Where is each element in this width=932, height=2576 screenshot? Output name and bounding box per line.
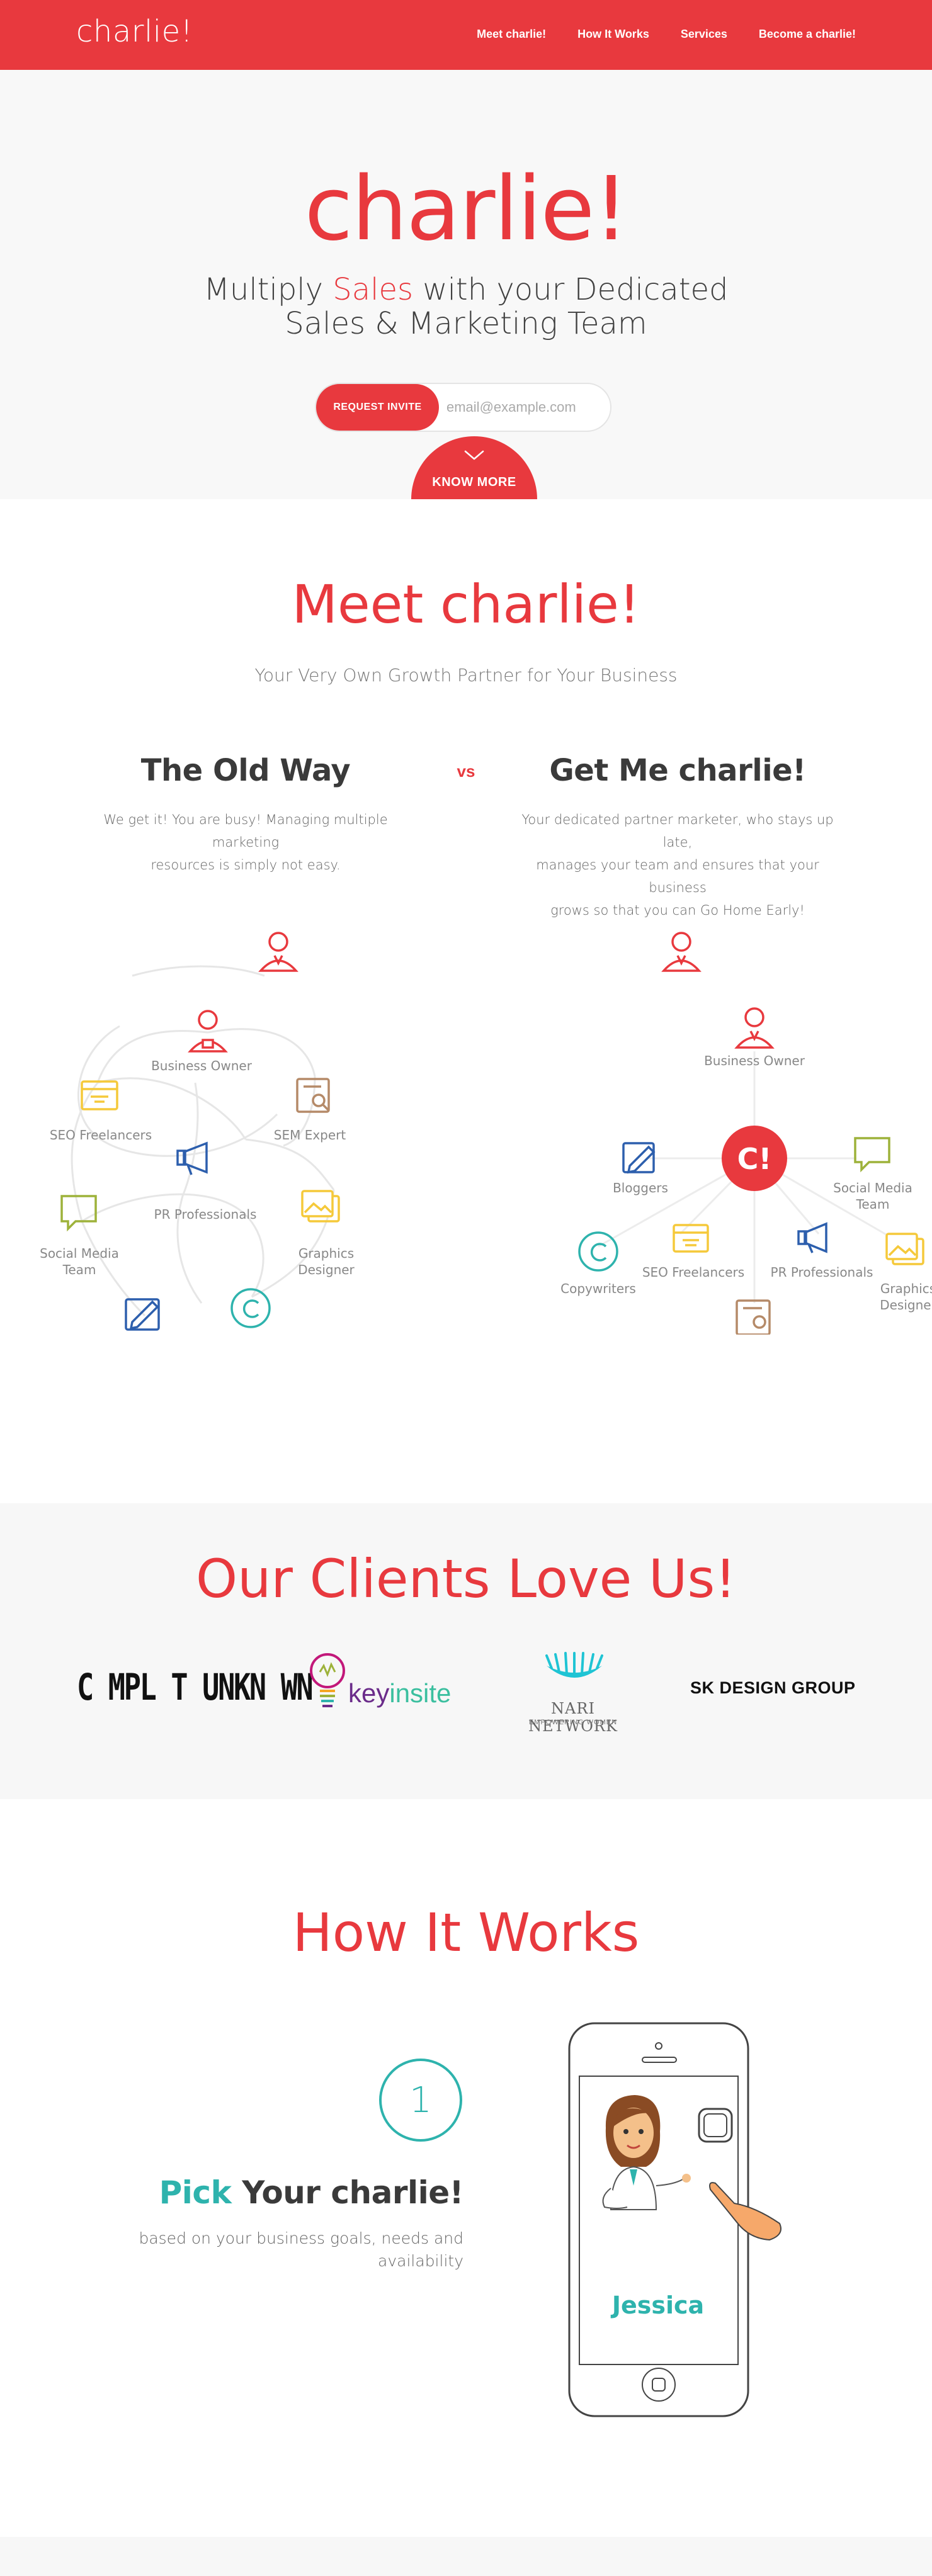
old-social-line2: Team xyxy=(62,1262,96,1277)
nav-link-become[interactable]: Become a charlie! xyxy=(759,28,856,41)
nav-link-meet[interactable]: Meet charlie! xyxy=(477,28,546,41)
new-pr-label: PR Professionals xyxy=(770,1265,873,1280)
lightbulb-icon xyxy=(310,1653,345,1707)
chevron-down-icon xyxy=(464,450,484,460)
sem-expert-icon xyxy=(736,1299,771,1335)
old-seo-label: SEO Freelancers xyxy=(49,1127,152,1143)
old-way-text-line1: We get it! You are busy! Managing multip… xyxy=(103,812,388,850)
new-social-line2: Team xyxy=(856,1197,890,1212)
image-icon xyxy=(301,1190,340,1223)
know-more-label: KNOW MORE xyxy=(432,475,516,489)
nav-link-services[interactable]: Services xyxy=(681,28,727,41)
old-sem-label: SEM Expert xyxy=(273,1127,346,1143)
new-social-line1: Social Media xyxy=(833,1180,912,1195)
nav-logo[interactable]: charlie! xyxy=(76,14,193,49)
chat-icon xyxy=(854,1137,890,1173)
hero-title: charlie! xyxy=(304,158,628,261)
client-logo-nari-network: NARI NETWORK xyxy=(528,1700,618,1735)
phone-name-label: Jessica xyxy=(611,2291,705,2319)
nav-links: Meet charlie! How It Works Services Beco… xyxy=(477,28,856,41)
hero-subtitle-post: with your Dedicated xyxy=(413,272,729,307)
step-text-line2: availability xyxy=(378,2252,463,2270)
keyinsite-insite: insite xyxy=(389,1678,452,1708)
new-way-text-line1: Your dedicated partner marketer, who sta… xyxy=(521,812,834,850)
new-graphics-line1: Graphics xyxy=(880,1281,932,1296)
new-social-label: Social Media Team xyxy=(829,1180,917,1212)
phone-illustration xyxy=(568,2022,781,2417)
next-section-strip xyxy=(0,2537,932,2576)
client-logo-keyinsite: keyinsite xyxy=(348,1678,451,1709)
clients-title: Our Clients Love Us! xyxy=(196,1548,736,1610)
request-invite-button[interactable]: REQUEST INVITE xyxy=(316,384,439,431)
charlie-hub-label: C! xyxy=(737,1142,772,1176)
nav-link-how[interactable]: How It Works xyxy=(577,28,649,41)
megaphone-icon xyxy=(797,1222,827,1253)
old-pr-label: PR Professionals xyxy=(154,1207,257,1222)
old-graphics-line1: Graphics xyxy=(298,1246,355,1261)
copyright-icon xyxy=(230,1288,271,1328)
seo-icon xyxy=(673,1224,709,1253)
new-way-title: Get Me charlie! xyxy=(549,753,806,788)
vs-label: vs xyxy=(457,762,475,781)
megaphone-icon xyxy=(176,1141,208,1175)
clients-section: Our Clients Love Us! C MPL T UNKN WN key… xyxy=(0,1503,932,1799)
how-title: How It Works xyxy=(292,1902,640,1963)
copyright-icon xyxy=(578,1231,618,1272)
old-graphics-line2: Designer xyxy=(298,1262,355,1277)
new-graphics-label: Graphics Designer xyxy=(870,1280,932,1313)
new-way-text: Your dedicated partner marketer, who sta… xyxy=(508,808,848,922)
step-title: Pick Your charlie! xyxy=(159,2174,464,2211)
hero-subtitle-line2: Sales & Marketing Team xyxy=(285,306,647,341)
hero-subtitle: Multiply Sales with your Dedicated Sales… xyxy=(0,273,932,341)
new-graphics-line2: Designer xyxy=(880,1297,932,1313)
old-way-text: We get it! You are busy! Managing multip… xyxy=(101,808,390,876)
email-input[interactable] xyxy=(446,397,598,418)
meet-subtitle: Your Very Own Growth Partner for Your Bu… xyxy=(254,665,678,686)
business-owner-icon xyxy=(734,1007,775,1049)
step-text-line1: based on your business goals, needs and xyxy=(139,2229,463,2247)
keyinsite-key: key xyxy=(348,1678,390,1708)
old-social-line1: Social Media xyxy=(40,1246,119,1261)
old-graphics-label: Graphics Designer xyxy=(282,1245,370,1278)
new-copywriters-label: Copywriters xyxy=(560,1281,636,1296)
meet-title: Meet charlie! xyxy=(292,573,640,635)
new-way-text-line2: manages your team and ensures that your … xyxy=(536,857,819,895)
old-social-label: Social Media Team xyxy=(35,1245,123,1278)
image-icon xyxy=(885,1233,924,1265)
new-business-owner-label: Business Owner xyxy=(704,1053,805,1068)
old-way-text-line2: resources is simply not easy. xyxy=(151,857,341,873)
person-icon xyxy=(661,932,702,972)
person-icon xyxy=(258,932,298,972)
client-logo-sk-design: SK DESIGN GROUP xyxy=(690,1678,856,1697)
hero-section: charlie! Multiply Sales with your Dedica… xyxy=(0,70,932,499)
invite-form: REQUEST INVITE xyxy=(315,383,611,432)
old-business-owner-label: Business Owner xyxy=(151,1058,252,1073)
nari-network-tagline: EMPOWERING WOMEN xyxy=(528,1719,618,1726)
step-number-badge: 1 xyxy=(379,2059,462,2142)
step-title-pick: Pick xyxy=(159,2174,232,2211)
pencil-icon xyxy=(622,1142,656,1174)
hero-subtitle-highlight: Sales xyxy=(332,272,414,307)
client-logo-complete-unknown: C MPL T UNKN WN xyxy=(77,1666,314,1709)
eyelash-icon xyxy=(545,1652,603,1678)
new-seo-label: SEO Freelancers xyxy=(642,1265,745,1280)
new-bloggers-label: Bloggers xyxy=(613,1180,668,1195)
step-description: based on your business goals, needs and … xyxy=(136,2227,463,2273)
seo-icon xyxy=(81,1080,118,1110)
hero-subtitle-pre: Multiply xyxy=(203,272,333,307)
new-way-text-line3: grows so that you can Go Home Early! xyxy=(550,903,805,918)
old-way-title: The Old Way xyxy=(140,753,351,788)
step-title-rest: Your charlie! xyxy=(231,2174,463,2211)
top-navbar: charlie! Meet charlie! How It Works Serv… xyxy=(0,0,932,70)
